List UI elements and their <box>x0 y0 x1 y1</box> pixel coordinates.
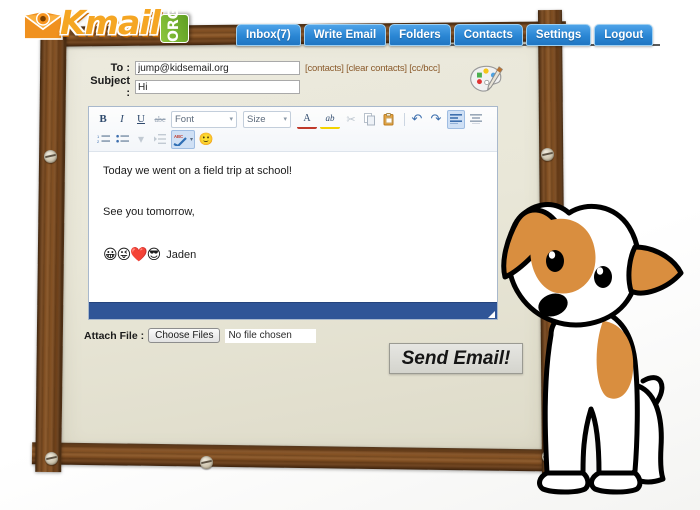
file-status-text: No file chosen <box>225 329 315 343</box>
body-paragraph-1: Today we went on a field trip at school! <box>103 164 483 179</box>
strikethrough-button[interactable]: abc <box>152 111 168 128</box>
logo-org-text: ORG <box>161 15 187 42</box>
nav-tab-contacts[interactable]: Contacts <box>454 24 523 46</box>
toolbar-row-1: B I U abc Font ▾ Size ▾ A ab ✂ <box>95 109 494 129</box>
highlight-color-button[interactable]: ab <box>320 110 340 129</box>
subject-input[interactable] <box>135 80 300 94</box>
email-editor: B I U abc Font ▾ Size ▾ A ab ✂ <box>88 106 498 320</box>
font-family-value: Font <box>175 114 194 125</box>
frame-screw-top-right <box>541 148 554 161</box>
italic-button[interactable]: I <box>114 111 130 128</box>
svg-text:ABC: ABC <box>174 134 183 139</box>
editor-status-bar <box>89 302 497 319</box>
subject-row: Subject : <box>84 79 504 95</box>
signature-emojis: 😀😜❤️😎 <box>103 246 160 265</box>
palette-icon[interactable] <box>466 62 506 98</box>
align-center-icon[interactable] <box>468 111 484 128</box>
nav-tab-write-email[interactable]: Write Email <box>304 24 386 46</box>
frame-screw-bottom-left <box>45 452 58 465</box>
cut-icon[interactable]: ✂ <box>343 111 359 128</box>
font-size-value: Size <box>247 114 265 125</box>
recipient-links: [contacts] [clear contacts] [cc/bcc] <box>305 63 440 74</box>
align-left-icon[interactable] <box>447 110 465 129</box>
attach-file-row: Attach File : Choose Files No file chose… <box>84 328 316 343</box>
nav-tab-logout[interactable]: Logout <box>594 24 653 46</box>
indent-icon[interactable] <box>152 131 168 148</box>
chevron-down-icon: ▾ <box>229 115 233 123</box>
outdent-icon[interactable]: ▾ <box>133 131 149 148</box>
envelope-icon <box>22 8 64 42</box>
page-stage: Kmail ORG Inbox(7) Write Email Folders C… <box>0 0 700 510</box>
main-navigation: Inbox(7) Write Email Folders Contacts Se… <box>236 24 656 46</box>
body-paragraph-2: See you tomorrow, <box>103 205 483 220</box>
bullet-list-icon[interactable] <box>114 131 130 148</box>
copy-icon[interactable] <box>362 111 378 128</box>
signature-line: 😀😜❤️😎 Jaden <box>103 246 483 265</box>
attach-file-label: Attach File : <box>84 330 144 342</box>
font-size-select[interactable]: Size ▾ <box>243 111 291 128</box>
compose-form: To : [contacts] [clear contacts] [cc/bcc… <box>84 60 504 98</box>
logo-wordmark: Kmail <box>60 3 160 42</box>
logo-org-badge: ORG <box>160 14 189 43</box>
frame-screw-top-left <box>44 150 57 163</box>
frame-post-right <box>538 10 566 480</box>
to-input[interactable] <box>135 61 300 75</box>
email-body[interactable]: Today we went on a field trip at school!… <box>89 152 497 302</box>
frame-screw-bottom-center <box>200 456 213 469</box>
font-family-select[interactable]: Font ▾ <box>171 111 237 128</box>
nav-tab-folders[interactable]: Folders <box>389 24 451 46</box>
subject-label: Subject : <box>84 75 135 99</box>
chevron-down-icon: ▾ <box>283 115 287 123</box>
redo-icon[interactable]: ↷ <box>428 111 444 128</box>
toolbar-row-2: 1 2 ▾ <box>95 129 494 149</box>
resize-grip-icon[interactable] <box>488 311 495 318</box>
toolbar-separator <box>404 113 405 126</box>
choose-files-button[interactable]: Choose Files <box>148 328 220 343</box>
app-logo[interactable]: Kmail ORG <box>8 2 198 50</box>
nav-tab-settings[interactable]: Settings <box>526 24 591 46</box>
bold-button[interactable]: B <box>95 111 111 128</box>
frame-screw-bottom-right <box>542 450 555 463</box>
contacts-link[interactable]: [contacts] <box>305 63 344 74</box>
chevron-down-icon: ▾ <box>190 136 193 143</box>
to-label: To : <box>84 62 135 74</box>
svg-text:2: 2 <box>97 139 100 144</box>
numbered-list-icon[interactable]: 1 2 <box>95 131 111 148</box>
underline-button[interactable]: U <box>133 111 149 128</box>
send-email-button[interactable]: Send Email! <box>389 343 523 374</box>
clear-contacts-link[interactable]: [clear contacts] <box>346 63 407 74</box>
paste-icon[interactable] <box>381 111 397 128</box>
undo-icon[interactable]: ↶ <box>409 111 425 128</box>
editor-toolbar: B I U abc Font ▾ Size ▾ A ab ✂ <box>89 107 497 152</box>
spellcheck-button[interactable]: ABC ▾ <box>171 130 195 149</box>
to-row: To : [contacts] [clear contacts] [cc/bcc… <box>84 60 504 76</box>
cc-bcc-link[interactable]: [cc/bcc] <box>409 63 440 74</box>
frame-post-left <box>35 16 67 472</box>
nav-tab-inbox[interactable]: Inbox(7) <box>236 24 301 46</box>
text-color-button[interactable]: A <box>297 110 317 129</box>
signature-name: Jaden <box>166 248 196 263</box>
emoticon-icon[interactable]: 🙂 <box>198 131 214 148</box>
